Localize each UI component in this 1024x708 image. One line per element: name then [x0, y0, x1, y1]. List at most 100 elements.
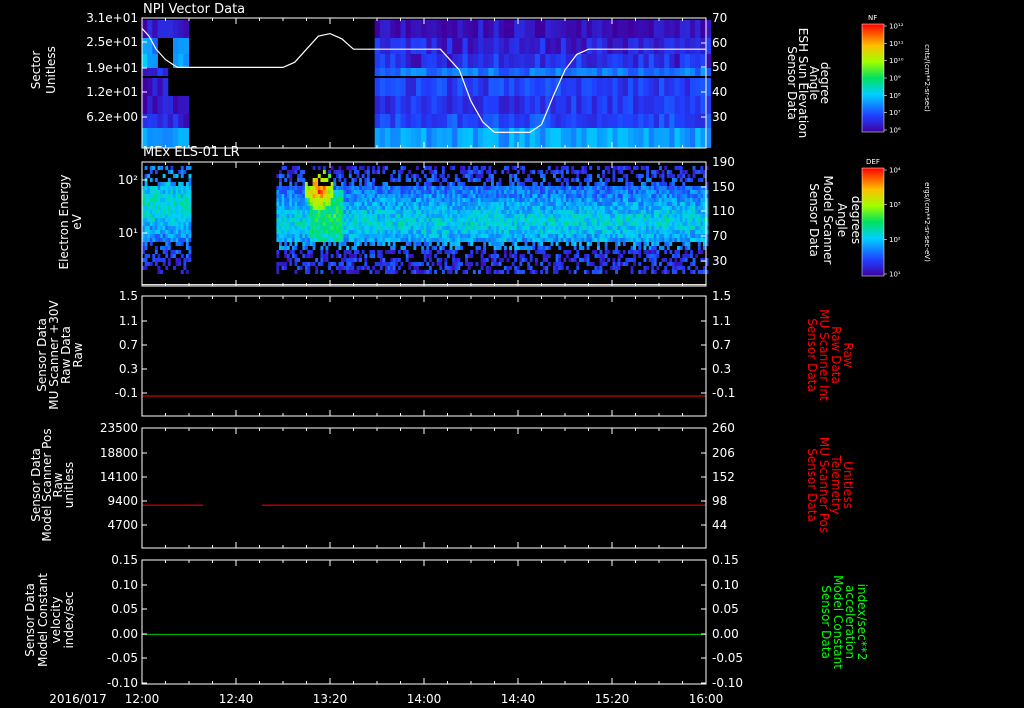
els-heatmap-cell	[524, 186, 528, 190]
panel2-right-ytick: 190	[712, 155, 735, 169]
els-heatmap-cell	[147, 238, 151, 242]
els-heatmap-cell	[488, 270, 492, 274]
els-heatmap-cell	[664, 234, 668, 238]
npi-heatmap-cell	[509, 114, 515, 128]
els-heatmap-cell	[351, 178, 355, 182]
els-heatmap-cell	[364, 206, 368, 210]
els-heatmap-cell	[180, 254, 184, 258]
els-heatmap-cell	[335, 198, 339, 202]
els-heatmap-cell	[465, 214, 468, 218]
npi-heatmap-cell	[416, 20, 422, 38]
els-heatmap-cell	[692, 194, 696, 198]
els-heatmap-cell	[638, 250, 642, 254]
els-heatmap-cell	[690, 262, 693, 266]
els-heatmap-cell	[522, 222, 525, 226]
els-heatmap-cell	[173, 250, 176, 254]
els-heatmap-cell	[385, 194, 388, 198]
els-heatmap-cell	[501, 242, 505, 246]
npi-heatmap-cell	[695, 114, 701, 128]
els-heatmap-cell	[527, 214, 531, 218]
npi-heatmap-cell	[142, 68, 148, 76]
els-heatmap-cell	[607, 190, 611, 194]
npi-heatmap-cell	[462, 114, 469, 128]
els-heatmap-cell	[638, 234, 642, 238]
els-heatmap-cell	[700, 218, 704, 222]
els-heatmap-cell	[397, 174, 401, 178]
npi-heatmap-cell	[664, 20, 670, 38]
npi-heatmap-cell	[483, 68, 489, 76]
els-heatmap-cell	[304, 270, 308, 274]
els-heatmap-cell	[354, 254, 357, 258]
els-heatmap-cell	[356, 266, 360, 270]
els-heatmap-cell	[149, 214, 153, 218]
els-heatmap-cell	[625, 174, 629, 178]
els-heatmap-cell	[428, 166, 432, 170]
els-heatmap-cell	[659, 182, 662, 186]
els-heatmap-cell	[395, 214, 399, 218]
els-heatmap-cell	[403, 238, 406, 242]
els-heatmap-cell	[475, 262, 479, 266]
els-heatmap-cell	[553, 214, 556, 218]
npi-heatmap-cell	[534, 54, 541, 68]
els-heatmap-cell	[335, 238, 339, 242]
els-heatmap-cell	[185, 226, 189, 230]
npi-heatmap-cell	[167, 20, 174, 38]
els-heatmap-cell	[599, 178, 603, 182]
els-heatmap-cell	[416, 262, 419, 266]
els-heatmap-cell	[382, 194, 386, 198]
els-heatmap-cell	[291, 214, 295, 218]
els-heatmap-cell	[591, 262, 595, 266]
els-heatmap-cell	[555, 186, 559, 190]
els-heatmap-cell	[436, 178, 440, 182]
npi-heatmap-cell	[410, 54, 417, 68]
els-heatmap-cell	[571, 218, 574, 222]
els-heatmap-cell	[302, 234, 306, 238]
els-heatmap-cell	[441, 226, 445, 230]
els-heatmap-cell	[498, 230, 502, 234]
els-heatmap-cell	[304, 218, 308, 222]
els-heatmap-cell	[470, 238, 474, 242]
els-heatmap-cell	[147, 230, 151, 234]
npi-heatmap-cell	[447, 38, 453, 54]
els-heatmap-cell	[180, 230, 184, 234]
els-heatmap-cell	[550, 238, 554, 242]
els-heatmap-cell	[563, 198, 567, 202]
els-heatmap-cell	[516, 246, 520, 250]
els-heatmap-cell	[478, 230, 481, 234]
els-heatmap-cell	[441, 178, 445, 182]
els-heatmap-cell	[571, 186, 574, 190]
els-heatmap-cell	[581, 238, 585, 242]
els-heatmap-cell	[472, 226, 476, 230]
els-heatmap-cell	[348, 250, 352, 254]
npi-heatmap-cell	[478, 20, 484, 38]
els-heatmap-cell	[511, 202, 515, 206]
els-heatmap-cell	[149, 238, 153, 242]
els-heatmap-cell	[594, 210, 598, 214]
els-heatmap-cell	[534, 258, 538, 262]
els-heatmap-cell	[343, 242, 347, 246]
els-heatmap-cell	[568, 234, 572, 238]
els-heatmap-cell	[630, 194, 634, 198]
els-heatmap-cell	[563, 230, 567, 234]
els-heatmap-cell	[545, 258, 549, 262]
els-heatmap-cell	[509, 214, 512, 218]
npi-heatmap-cell	[669, 78, 675, 96]
els-heatmap-cell	[553, 266, 556, 270]
els-heatmap-cell	[351, 246, 355, 250]
els-heatmap-cell	[480, 170, 484, 174]
els-heatmap-cell	[674, 250, 678, 254]
svg-text:acceleration: acceleration	[843, 585, 857, 659]
els-heatmap-cell	[651, 194, 655, 198]
els-heatmap-cell	[597, 198, 600, 202]
els-heatmap-cell	[646, 198, 649, 202]
els-heatmap-cell	[594, 190, 598, 194]
els-heatmap-cell	[702, 246, 706, 250]
els-heatmap-cell	[604, 206, 608, 210]
els-heatmap-cell	[152, 198, 156, 202]
npi-heatmap-cell	[534, 96, 541, 114]
els-heatmap-cell	[589, 186, 593, 190]
els-heatmap-cell	[578, 190, 582, 194]
els-heatmap-cell	[310, 238, 313, 242]
els-heatmap-cell	[413, 174, 417, 178]
els-heatmap-cell	[576, 214, 580, 218]
